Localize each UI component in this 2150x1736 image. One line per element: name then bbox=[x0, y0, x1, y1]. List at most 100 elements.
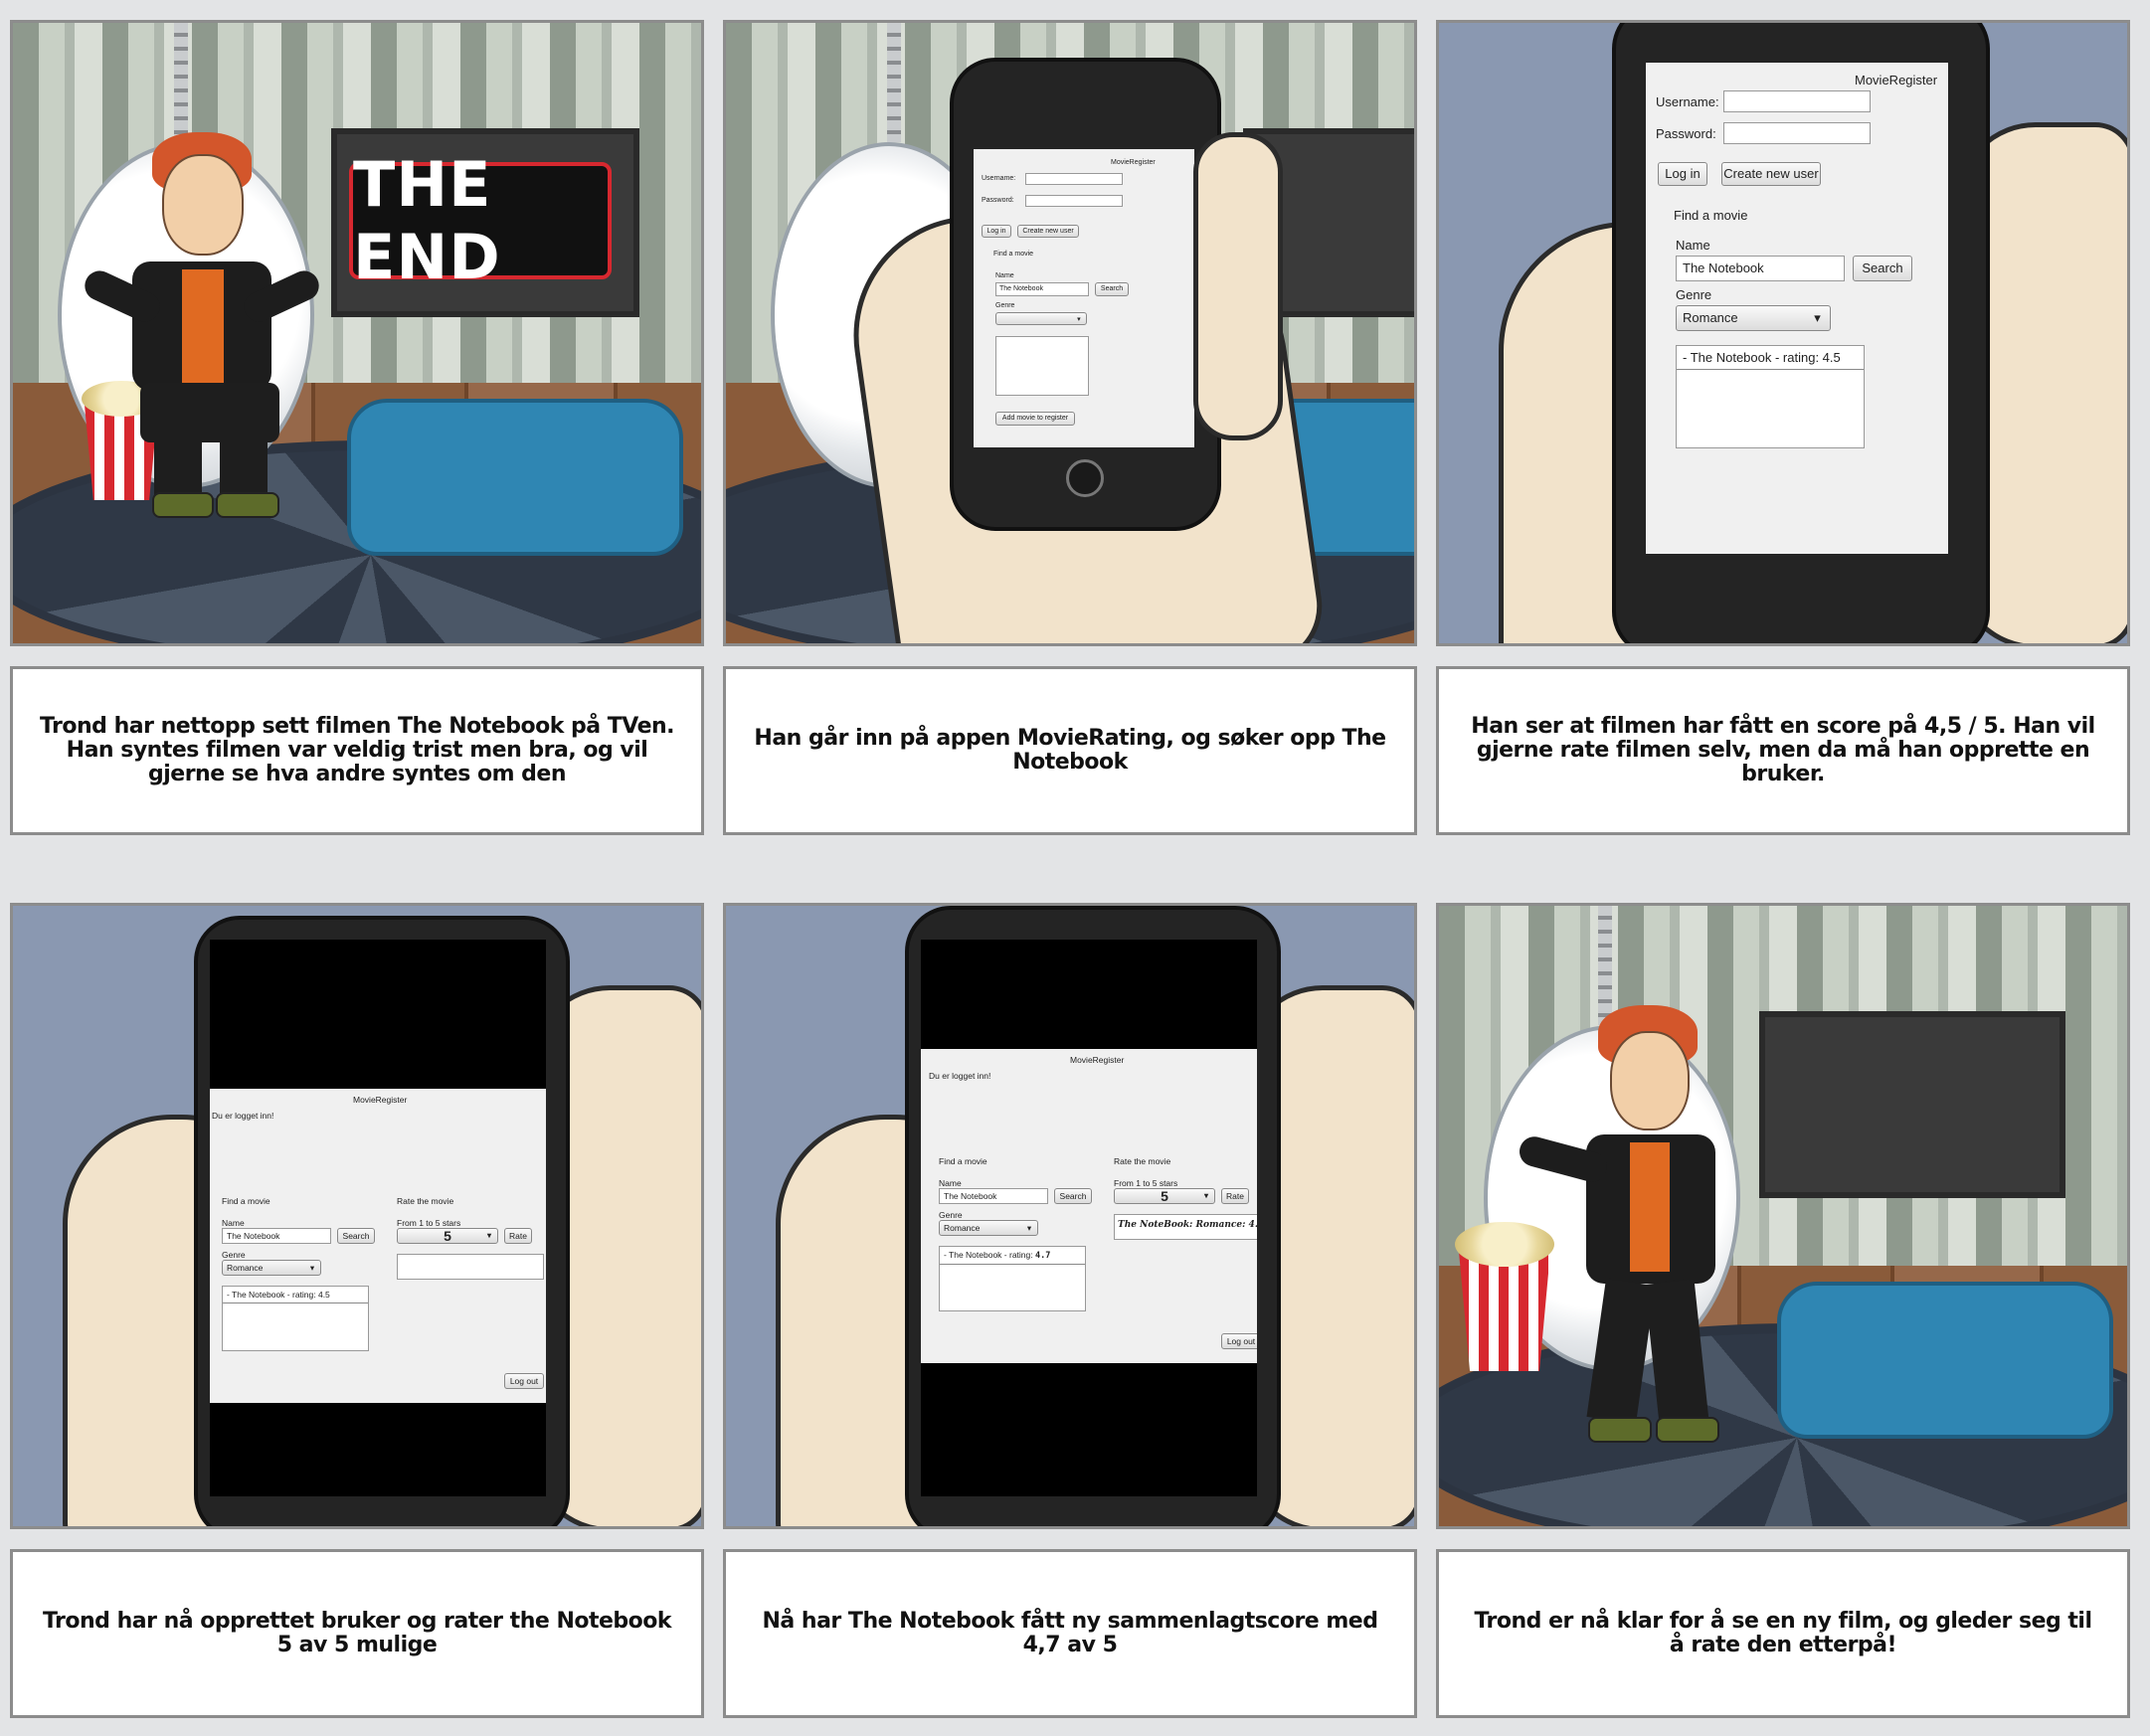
name-input[interactable]: The Notebook bbox=[1676, 256, 1845, 281]
find-movie-heading: Find a movie bbox=[222, 1196, 270, 1206]
find-movie-heading: Find a movie bbox=[1674, 208, 1748, 223]
name-input[interactable]: The Notebook bbox=[222, 1228, 331, 1244]
login-button[interactable]: Log in bbox=[982, 225, 1011, 238]
logout-button[interactable]: Log out bbox=[1221, 1333, 1257, 1349]
genre-label: Genre bbox=[939, 1210, 963, 1220]
rating-value: 5 bbox=[1161, 1188, 1168, 1204]
panel-3-caption: Han ser at filmen har fått en score på 4… bbox=[1436, 666, 2130, 835]
phone-screen: MovieRegister Du er logget inn! Find a m… bbox=[210, 940, 546, 1496]
password-input[interactable] bbox=[1723, 122, 1871, 144]
result-prefix: - The Notebook - rating: bbox=[944, 1250, 1033, 1260]
genre-value: Romance bbox=[227, 1263, 264, 1273]
result-new-rating: 4.7 bbox=[1035, 1251, 1051, 1261]
chevron-down-icon: ▾ bbox=[1203, 1191, 1208, 1200]
tv-screen bbox=[1759, 1011, 2065, 1198]
username-label: Username: bbox=[1656, 94, 1719, 109]
chevron-down-icon: ▾ bbox=[486, 1231, 491, 1240]
panel-5-caption: Nå har The Notebook fått ny sammenlagtsc… bbox=[723, 1549, 1417, 1718]
create-user-button[interactable]: Create new user bbox=[1721, 162, 1821, 186]
results-list[interactable] bbox=[995, 336, 1089, 396]
username-label: Username: bbox=[982, 175, 1016, 182]
hand-fingers bbox=[1193, 132, 1283, 440]
phone-screen: MovieRegister Username: Password: Log in… bbox=[1646, 63, 1948, 554]
password-label: Password: bbox=[982, 197, 1014, 204]
rating-select[interactable]: 5 ▾ bbox=[1114, 1188, 1215, 1204]
panel-3-scene: MovieRegister Username: Password: Log in… bbox=[1436, 20, 2130, 646]
movie-register-app: MovieRegister Username: Password: Log in… bbox=[1646, 63, 1948, 554]
rate-heading: Rate the movie bbox=[397, 1196, 454, 1206]
login-button[interactable]: Log in bbox=[1658, 162, 1707, 186]
movie-register-app: MovieRegister Username: Password: Log in… bbox=[974, 149, 1194, 447]
panel-5-scene: MovieRegister Du er logget inn! Find a m… bbox=[723, 903, 1417, 1529]
create-user-button[interactable]: Create new user bbox=[1017, 225, 1079, 238]
search-button[interactable]: Search bbox=[337, 1228, 375, 1244]
app-title: MovieRegister bbox=[1111, 159, 1156, 166]
chevron-down-icon: ▾ bbox=[309, 1263, 315, 1273]
logged-in-text: Du er logget inn! bbox=[212, 1111, 274, 1121]
result-item[interactable]: - The Notebook - rating: 4.5 bbox=[223, 1287, 368, 1303]
app-title: MovieRegister bbox=[1070, 1055, 1125, 1065]
name-label: Name bbox=[222, 1218, 245, 1228]
panel-1-scene: THE END bbox=[10, 20, 704, 646]
phone-device: MovieRegister Du er logget inn! Find a m… bbox=[194, 916, 570, 1526]
genre-select[interactable]: Romance ▾ bbox=[939, 1220, 1038, 1236]
genre-label: Genre bbox=[1676, 287, 1712, 302]
phone-device: MovieRegister Username: Password: Log in… bbox=[950, 58, 1221, 531]
panel-2-scene: MovieRegister Username: Password: Log in… bbox=[723, 20, 1417, 646]
floor-cushion bbox=[1777, 1282, 2113, 1439]
phone-device: MovieRegister Username: Password: Log in… bbox=[1612, 23, 1990, 643]
genre-select[interactable]: Romance ▾ bbox=[1676, 305, 1831, 331]
app-title: MovieRegister bbox=[1855, 73, 1938, 87]
results-list[interactable]: - The Notebook - rating: 4.7 bbox=[939, 1246, 1086, 1311]
rated-list[interactable] bbox=[397, 1254, 544, 1280]
home-button-icon[interactable] bbox=[1066, 459, 1104, 497]
rated-entry[interactable]: The NoteBook: Romance: 4.7 bbox=[1115, 1215, 1257, 1235]
chevron-down-icon: ▾ bbox=[1077, 315, 1081, 323]
rate-button[interactable]: Rate bbox=[504, 1228, 532, 1244]
search-button[interactable]: Search bbox=[1054, 1188, 1092, 1204]
name-label: Name bbox=[939, 1178, 962, 1188]
genre-label: Genre bbox=[995, 302, 1015, 309]
find-movie-heading: Find a movie bbox=[993, 251, 1034, 258]
find-movie-heading: Find a movie bbox=[939, 1156, 987, 1166]
rate-button[interactable]: Rate bbox=[1221, 1188, 1249, 1204]
phone-screen: MovieRegister Username: Password: Log in… bbox=[974, 149, 1194, 447]
search-button[interactable]: Search bbox=[1095, 282, 1129, 296]
panel-2-caption: Han går inn på appen MovieRating, og søk… bbox=[723, 666, 1417, 835]
panel-6-scene bbox=[1436, 903, 2130, 1529]
the-end-sign: THE END bbox=[349, 148, 612, 293]
result-item[interactable]: - The Notebook - rating: 4.5 bbox=[1677, 346, 1864, 370]
rated-list[interactable]: The NoteBook: Romance: 4.7 bbox=[1114, 1214, 1257, 1240]
add-movie-button[interactable]: Add movie to register bbox=[995, 412, 1075, 426]
app-title: MovieRegister bbox=[353, 1095, 408, 1105]
name-input[interactable]: The Notebook bbox=[995, 282, 1089, 296]
results-list[interactable]: - The Notebook - rating: 4.5 bbox=[222, 1286, 369, 1351]
rating-value: 5 bbox=[444, 1228, 451, 1244]
rate-heading: Rate the movie bbox=[1114, 1156, 1171, 1166]
name-label: Name bbox=[995, 272, 1014, 279]
chevron-down-icon: ▾ bbox=[1814, 310, 1821, 325]
rate-range-label: From 1 to 5 stars bbox=[397, 1218, 461, 1228]
panel-1-caption: Trond har nettopp sett filmen The Notebo… bbox=[10, 666, 704, 835]
result-item[interactable]: - The Notebook - rating: 4.7 bbox=[940, 1247, 1085, 1265]
genre-select[interactable]: ▾ bbox=[995, 312, 1087, 325]
genre-select[interactable]: Romance ▾ bbox=[222, 1260, 321, 1276]
movie-register-app: MovieRegister Du er logget inn! Find a m… bbox=[210, 1089, 546, 1403]
panel-4-scene: MovieRegister Du er logget inn! Find a m… bbox=[10, 903, 704, 1529]
logged-in-text: Du er logget inn! bbox=[929, 1071, 991, 1081]
trond-sad-figure bbox=[80, 122, 324, 530]
search-button[interactable]: Search bbox=[1853, 256, 1912, 281]
panel-4-caption: Trond har nå opprettet bruker og rater t… bbox=[10, 1549, 704, 1718]
rating-select[interactable]: 5 ▾ bbox=[397, 1228, 498, 1244]
rate-range-label: From 1 to 5 stars bbox=[1114, 1178, 1178, 1188]
floor-cushion bbox=[347, 399, 683, 556]
username-input[interactable] bbox=[1025, 173, 1123, 185]
password-label: Password: bbox=[1656, 126, 1716, 141]
username-input[interactable] bbox=[1723, 90, 1871, 112]
trond-standing-figure bbox=[1516, 995, 1757, 1453]
results-list[interactable]: - The Notebook - rating: 4.5 bbox=[1676, 345, 1865, 448]
movie-register-app: MovieRegister Du er logget inn! Find a m… bbox=[921, 1049, 1257, 1363]
password-input[interactable] bbox=[1025, 195, 1123, 207]
logout-button[interactable]: Log out bbox=[504, 1373, 544, 1389]
name-input[interactable]: The Notebook bbox=[939, 1188, 1048, 1204]
